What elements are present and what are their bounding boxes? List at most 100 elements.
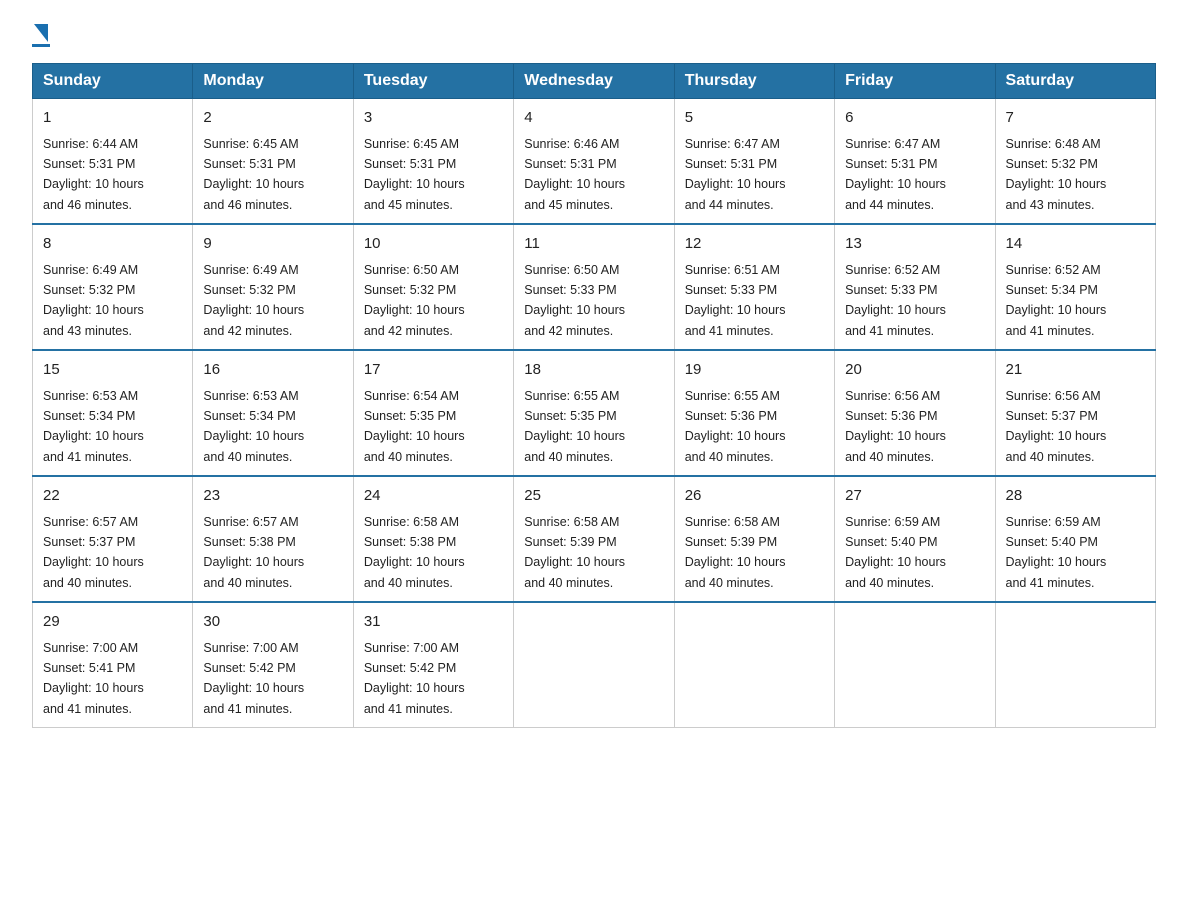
calendar-cell: 6 Sunrise: 6:47 AMSunset: 5:31 PMDayligh…	[835, 99, 995, 225]
calendar-cell	[835, 602, 995, 728]
day-info: Sunrise: 6:50 AMSunset: 5:33 PMDaylight:…	[524, 263, 625, 338]
column-header-tuesday: Tuesday	[353, 64, 513, 99]
calendar-cell: 4 Sunrise: 6:46 AMSunset: 5:31 PMDayligh…	[514, 99, 674, 225]
logo-triangle-icon	[34, 24, 48, 42]
calendar-cell: 15 Sunrise: 6:53 AMSunset: 5:34 PMDaylig…	[33, 350, 193, 476]
calendar-week-row: 1 Sunrise: 6:44 AMSunset: 5:31 PMDayligh…	[33, 99, 1156, 225]
calendar-cell: 28 Sunrise: 6:59 AMSunset: 5:40 PMDaylig…	[995, 476, 1155, 602]
calendar-cell: 20 Sunrise: 6:56 AMSunset: 5:36 PMDaylig…	[835, 350, 995, 476]
calendar-week-row: 22 Sunrise: 6:57 AMSunset: 5:37 PMDaylig…	[33, 476, 1156, 602]
day-number: 16	[203, 359, 342, 382]
calendar-cell: 9 Sunrise: 6:49 AMSunset: 5:32 PMDayligh…	[193, 224, 353, 350]
logo	[32, 24, 50, 47]
day-number: 18	[524, 359, 663, 382]
calendar-cell: 16 Sunrise: 6:53 AMSunset: 5:34 PMDaylig…	[193, 350, 353, 476]
calendar-cell: 1 Sunrise: 6:44 AMSunset: 5:31 PMDayligh…	[33, 99, 193, 225]
column-header-monday: Monday	[193, 64, 353, 99]
day-number: 30	[203, 611, 342, 634]
calendar-week-row: 8 Sunrise: 6:49 AMSunset: 5:32 PMDayligh…	[33, 224, 1156, 350]
day-info: Sunrise: 6:45 AMSunset: 5:31 PMDaylight:…	[203, 137, 304, 212]
day-number: 21	[1006, 359, 1145, 382]
calendar-cell: 27 Sunrise: 6:59 AMSunset: 5:40 PMDaylig…	[835, 476, 995, 602]
day-info: Sunrise: 6:52 AMSunset: 5:33 PMDaylight:…	[845, 263, 946, 338]
day-number: 23	[203, 485, 342, 508]
day-info: Sunrise: 6:58 AMSunset: 5:39 PMDaylight:…	[524, 515, 625, 590]
calendar-cell: 29 Sunrise: 7:00 AMSunset: 5:41 PMDaylig…	[33, 602, 193, 728]
calendar-week-row: 15 Sunrise: 6:53 AMSunset: 5:34 PMDaylig…	[33, 350, 1156, 476]
day-info: Sunrise: 6:51 AMSunset: 5:33 PMDaylight:…	[685, 263, 786, 338]
calendar-cell: 31 Sunrise: 7:00 AMSunset: 5:42 PMDaylig…	[353, 602, 513, 728]
day-number: 22	[43, 485, 182, 508]
day-info: Sunrise: 6:48 AMSunset: 5:32 PMDaylight:…	[1006, 137, 1107, 212]
calendar-cell: 25 Sunrise: 6:58 AMSunset: 5:39 PMDaylig…	[514, 476, 674, 602]
calendar-cell: 11 Sunrise: 6:50 AMSunset: 5:33 PMDaylig…	[514, 224, 674, 350]
day-info: Sunrise: 6:59 AMSunset: 5:40 PMDaylight:…	[1006, 515, 1107, 590]
column-header-sunday: Sunday	[33, 64, 193, 99]
day-info: Sunrise: 6:53 AMSunset: 5:34 PMDaylight:…	[43, 389, 144, 464]
day-info: Sunrise: 6:50 AMSunset: 5:32 PMDaylight:…	[364, 263, 465, 338]
day-info: Sunrise: 6:56 AMSunset: 5:37 PMDaylight:…	[1006, 389, 1107, 464]
day-number: 27	[845, 485, 984, 508]
day-info: Sunrise: 6:52 AMSunset: 5:34 PMDaylight:…	[1006, 263, 1107, 338]
calendar-cell: 26 Sunrise: 6:58 AMSunset: 5:39 PMDaylig…	[674, 476, 834, 602]
calendar-cell: 13 Sunrise: 6:52 AMSunset: 5:33 PMDaylig…	[835, 224, 995, 350]
day-info: Sunrise: 6:58 AMSunset: 5:39 PMDaylight:…	[685, 515, 786, 590]
day-info: Sunrise: 6:47 AMSunset: 5:31 PMDaylight:…	[685, 137, 786, 212]
day-number: 20	[845, 359, 984, 382]
day-number: 31	[364, 611, 503, 634]
day-info: Sunrise: 6:44 AMSunset: 5:31 PMDaylight:…	[43, 137, 144, 212]
calendar-cell	[674, 602, 834, 728]
calendar-cell: 22 Sunrise: 6:57 AMSunset: 5:37 PMDaylig…	[33, 476, 193, 602]
calendar-cell: 14 Sunrise: 6:52 AMSunset: 5:34 PMDaylig…	[995, 224, 1155, 350]
day-number: 17	[364, 359, 503, 382]
day-info: Sunrise: 6:55 AMSunset: 5:35 PMDaylight:…	[524, 389, 625, 464]
calendar-cell: 23 Sunrise: 6:57 AMSunset: 5:38 PMDaylig…	[193, 476, 353, 602]
calendar-cell: 17 Sunrise: 6:54 AMSunset: 5:35 PMDaylig…	[353, 350, 513, 476]
day-info: Sunrise: 7:00 AMSunset: 5:41 PMDaylight:…	[43, 641, 144, 716]
day-info: Sunrise: 6:47 AMSunset: 5:31 PMDaylight:…	[845, 137, 946, 212]
calendar-table: SundayMondayTuesdayWednesdayThursdayFrid…	[32, 63, 1156, 728]
day-info: Sunrise: 6:58 AMSunset: 5:38 PMDaylight:…	[364, 515, 465, 590]
day-info: Sunrise: 6:54 AMSunset: 5:35 PMDaylight:…	[364, 389, 465, 464]
calendar-cell: 7 Sunrise: 6:48 AMSunset: 5:32 PMDayligh…	[995, 99, 1155, 225]
day-info: Sunrise: 6:57 AMSunset: 5:37 PMDaylight:…	[43, 515, 144, 590]
column-header-friday: Friday	[835, 64, 995, 99]
day-info: Sunrise: 7:00 AMSunset: 5:42 PMDaylight:…	[364, 641, 465, 716]
day-number: 3	[364, 107, 503, 130]
calendar-cell: 18 Sunrise: 6:55 AMSunset: 5:35 PMDaylig…	[514, 350, 674, 476]
column-header-saturday: Saturday	[995, 64, 1155, 99]
calendar-cell: 2 Sunrise: 6:45 AMSunset: 5:31 PMDayligh…	[193, 99, 353, 225]
calendar-cell: 24 Sunrise: 6:58 AMSunset: 5:38 PMDaylig…	[353, 476, 513, 602]
calendar-cell: 3 Sunrise: 6:45 AMSunset: 5:31 PMDayligh…	[353, 99, 513, 225]
logo-underline	[32, 44, 50, 47]
day-number: 25	[524, 485, 663, 508]
calendar-cell: 12 Sunrise: 6:51 AMSunset: 5:33 PMDaylig…	[674, 224, 834, 350]
day-info: Sunrise: 6:57 AMSunset: 5:38 PMDaylight:…	[203, 515, 304, 590]
day-number: 28	[1006, 485, 1145, 508]
day-number: 14	[1006, 233, 1145, 256]
day-number: 8	[43, 233, 182, 256]
day-info: Sunrise: 6:49 AMSunset: 5:32 PMDaylight:…	[203, 263, 304, 338]
column-header-thursday: Thursday	[674, 64, 834, 99]
calendar-week-row: 29 Sunrise: 7:00 AMSunset: 5:41 PMDaylig…	[33, 602, 1156, 728]
calendar-cell: 30 Sunrise: 7:00 AMSunset: 5:42 PMDaylig…	[193, 602, 353, 728]
day-number: 6	[845, 107, 984, 130]
day-number: 29	[43, 611, 182, 634]
calendar-cell: 10 Sunrise: 6:50 AMSunset: 5:32 PMDaylig…	[353, 224, 513, 350]
day-number: 15	[43, 359, 182, 382]
day-number: 9	[203, 233, 342, 256]
day-info: Sunrise: 6:45 AMSunset: 5:31 PMDaylight:…	[364, 137, 465, 212]
day-info: Sunrise: 6:53 AMSunset: 5:34 PMDaylight:…	[203, 389, 304, 464]
day-info: Sunrise: 6:46 AMSunset: 5:31 PMDaylight:…	[524, 137, 625, 212]
page-header	[32, 24, 1156, 47]
day-number: 24	[364, 485, 503, 508]
day-info: Sunrise: 6:49 AMSunset: 5:32 PMDaylight:…	[43, 263, 144, 338]
calendar-cell	[514, 602, 674, 728]
day-number: 5	[685, 107, 824, 130]
calendar-cell	[995, 602, 1155, 728]
column-header-wednesday: Wednesday	[514, 64, 674, 99]
day-info: Sunrise: 7:00 AMSunset: 5:42 PMDaylight:…	[203, 641, 304, 716]
day-number: 26	[685, 485, 824, 508]
day-number: 1	[43, 107, 182, 130]
day-number: 7	[1006, 107, 1145, 130]
